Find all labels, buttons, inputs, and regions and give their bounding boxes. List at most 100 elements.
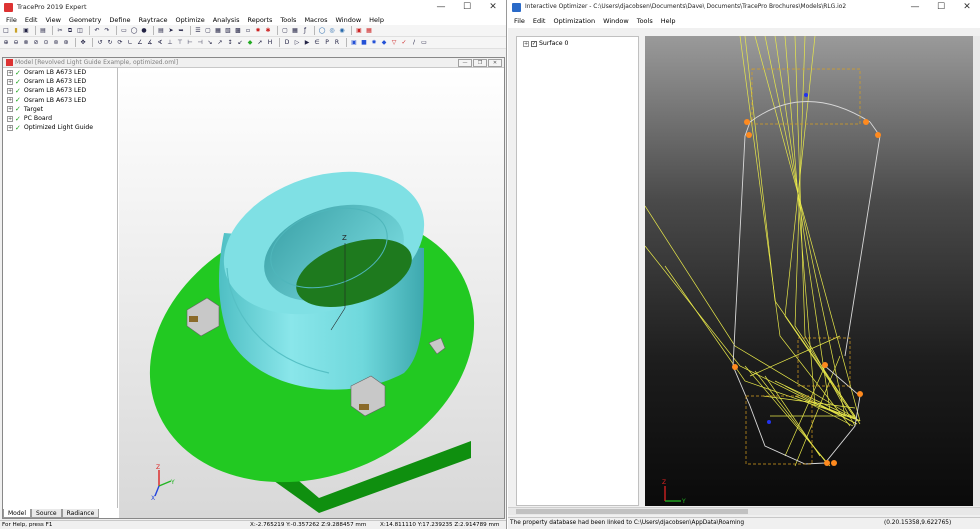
view-top-icon[interactable]: ⊥ bbox=[166, 39, 174, 47]
menu-optimize[interactable]: Optimize bbox=[172, 16, 209, 24]
function-icon[interactable]: ƒ bbox=[301, 27, 309, 35]
rotate-z-icon[interactable]: ⟳ bbox=[116, 39, 124, 47]
color-box-icon[interactable]: ■ bbox=[360, 39, 368, 47]
menu-window[interactable]: Window bbox=[332, 16, 366, 24]
report-grid-icon[interactable]: ▦ bbox=[365, 27, 373, 35]
view-xz-icon[interactable]: ∡ bbox=[146, 39, 154, 47]
expand-icon[interactable]: + bbox=[523, 40, 529, 47]
funnel-icon[interactable]: ▽ bbox=[390, 39, 398, 47]
view-side-icon[interactable]: ⊢ bbox=[186, 39, 194, 47]
opt-menu-edit[interactable]: Edit bbox=[529, 17, 550, 25]
expand-icon[interactable]: + bbox=[7, 115, 13, 122]
3d-viewport[interactable]: Z Z Y X bbox=[119, 68, 504, 518]
zoom-prev-icon[interactable]: ⊚ bbox=[52, 39, 60, 47]
opt-menu-help[interactable]: Help bbox=[657, 17, 680, 25]
zoom-all-icon[interactable]: ⊛ bbox=[62, 39, 70, 47]
tree-item[interactable]: + ✓ Osram LB A673 LED bbox=[3, 86, 117, 95]
vertex-point[interactable] bbox=[804, 93, 808, 97]
tree-item[interactable]: + ✓ Osram LB A673 LED bbox=[3, 68, 117, 77]
zoom-out-icon[interactable]: ⊖ bbox=[12, 39, 20, 47]
checkmark-icon[interactable]: ✓ bbox=[400, 39, 408, 47]
optimizer-maximize-button[interactable]: ☐ bbox=[928, 0, 954, 14]
view-front-icon[interactable]: ⊤ bbox=[176, 39, 184, 47]
light-guide[interactable] bbox=[205, 147, 442, 390]
optimizer-icon[interactable]: ◯ bbox=[318, 27, 326, 35]
filter-icon[interactable]: ◆ bbox=[380, 39, 388, 47]
vertical-scrollbar[interactable] bbox=[973, 36, 980, 506]
chart-icon[interactable]: ▤ bbox=[157, 27, 165, 35]
axis-y-icon[interactable]: ↗ bbox=[216, 39, 224, 47]
axis-x-icon[interactable]: ↘ bbox=[206, 39, 214, 47]
view-xy-icon[interactable]: ∟ bbox=[126, 39, 134, 47]
color-blue-icon[interactable]: ▣ bbox=[350, 39, 358, 47]
model-close-button[interactable]: ✕ bbox=[488, 59, 502, 67]
view-iso-icon[interactable]: ∢ bbox=[156, 39, 164, 47]
section-icon[interactable]: ∈ bbox=[313, 39, 321, 47]
menu-raytrace[interactable]: Raytrace bbox=[135, 16, 172, 24]
close-button[interactable]: ✕ bbox=[480, 0, 506, 14]
table-icon[interactable]: ▩ bbox=[234, 27, 242, 35]
menu-geometry[interactable]: Geometry bbox=[65, 16, 105, 24]
globe-icon[interactable]: ◉ bbox=[338, 27, 346, 35]
open-folder-icon[interactable]: ▮ bbox=[12, 27, 20, 35]
redo-icon[interactable]: ↷ bbox=[103, 27, 111, 35]
control-points[interactable] bbox=[732, 119, 881, 466]
properties-p-icon[interactable]: P bbox=[323, 39, 331, 47]
view-bottom-icon[interactable]: ⊣ bbox=[196, 39, 204, 47]
report-icon[interactable]: ▣ bbox=[355, 27, 363, 35]
model-restore-button[interactable]: ❐ bbox=[473, 59, 487, 67]
axis-z-icon[interactable]: ↕ bbox=[226, 39, 234, 47]
view-icon[interactable]: ▢ bbox=[204, 27, 212, 35]
scrollbar-thumb[interactable] bbox=[516, 509, 748, 514]
star-icon[interactable]: ✸ bbox=[370, 39, 378, 47]
display-mode-icon[interactable]: D bbox=[283, 39, 291, 47]
minimize-button[interactable]: — bbox=[428, 0, 454, 14]
shape-box-icon[interactable]: ▭ bbox=[120, 27, 128, 35]
select-surface-icon[interactable]: ➥ bbox=[177, 27, 185, 35]
opt-menu-tools[interactable]: Tools bbox=[633, 17, 657, 25]
display-icon[interactable]: ▢ bbox=[281, 27, 289, 35]
menu-edit[interactable]: Edit bbox=[21, 16, 42, 24]
properties-icon[interactable]: ☰ bbox=[194, 27, 202, 35]
rotate-y-icon[interactable]: ↻ bbox=[106, 39, 114, 47]
expand-icon[interactable]: + bbox=[7, 87, 13, 94]
expand-icon[interactable]: + bbox=[7, 69, 13, 76]
optimizer-close-button[interactable]: ✕ bbox=[954, 0, 980, 14]
optimizer-minimize-button[interactable]: — bbox=[902, 0, 928, 14]
checkbox-icon[interactable]: ✓ bbox=[531, 40, 537, 47]
tab-source[interactable]: Source bbox=[31, 509, 62, 518]
menu-view[interactable]: View bbox=[41, 16, 64, 24]
tree-item[interactable]: + ✓ Target bbox=[3, 105, 117, 114]
cut-icon[interactable]: ✂ bbox=[56, 27, 64, 35]
layers-icon[interactable]: ▧ bbox=[224, 27, 232, 35]
zoom-select-icon[interactable]: ⊙ bbox=[42, 39, 50, 47]
menu-help[interactable]: Help bbox=[365, 16, 388, 24]
grid-icon[interactable]: ▦ bbox=[214, 27, 222, 35]
view-yz-icon[interactable]: ∠ bbox=[136, 39, 144, 47]
menu-analysis[interactable]: Analysis bbox=[209, 16, 244, 24]
print-icon[interactable]: ▤ bbox=[39, 27, 47, 35]
menu-tools[interactable]: Tools bbox=[276, 16, 300, 24]
new-file-icon[interactable]: □ bbox=[2, 27, 10, 35]
zoom-in-icon[interactable]: ⊕ bbox=[2, 39, 10, 47]
tree-item[interactable]: + ✓ PC Board bbox=[3, 114, 117, 123]
tree-item[interactable]: + ✓ Osram LB A673 LED bbox=[3, 96, 117, 105]
render-icon[interactable]: ▷ bbox=[293, 39, 301, 47]
zoom-window-icon[interactable]: ⊘ bbox=[32, 39, 40, 47]
vertex-point[interactable] bbox=[767, 420, 771, 424]
pan-icon[interactable]: ✥ bbox=[79, 39, 87, 47]
expand-icon[interactable]: + bbox=[7, 78, 13, 85]
expand-icon[interactable]: + bbox=[7, 124, 13, 131]
menu-define[interactable]: Define bbox=[105, 16, 134, 24]
source-icon[interactable]: ✱ bbox=[264, 27, 272, 35]
raytrace-icon[interactable]: ✸ bbox=[254, 27, 262, 35]
expand-icon[interactable]: + bbox=[7, 97, 13, 104]
tree-item[interactable]: + ✓ Osram LB A673 LED bbox=[3, 77, 117, 86]
menu-reports[interactable]: Reports bbox=[243, 16, 276, 24]
rotate-x-icon[interactable]: ↺ bbox=[96, 39, 104, 47]
undo-icon[interactable]: ↶ bbox=[93, 27, 101, 35]
axis-neg-icon[interactable]: ↙ bbox=[236, 39, 244, 47]
copy-icon[interactable]: ⧉ bbox=[66, 27, 74, 35]
r-icon[interactable]: R bbox=[333, 39, 341, 47]
target-icon[interactable]: ◎ bbox=[328, 27, 336, 35]
